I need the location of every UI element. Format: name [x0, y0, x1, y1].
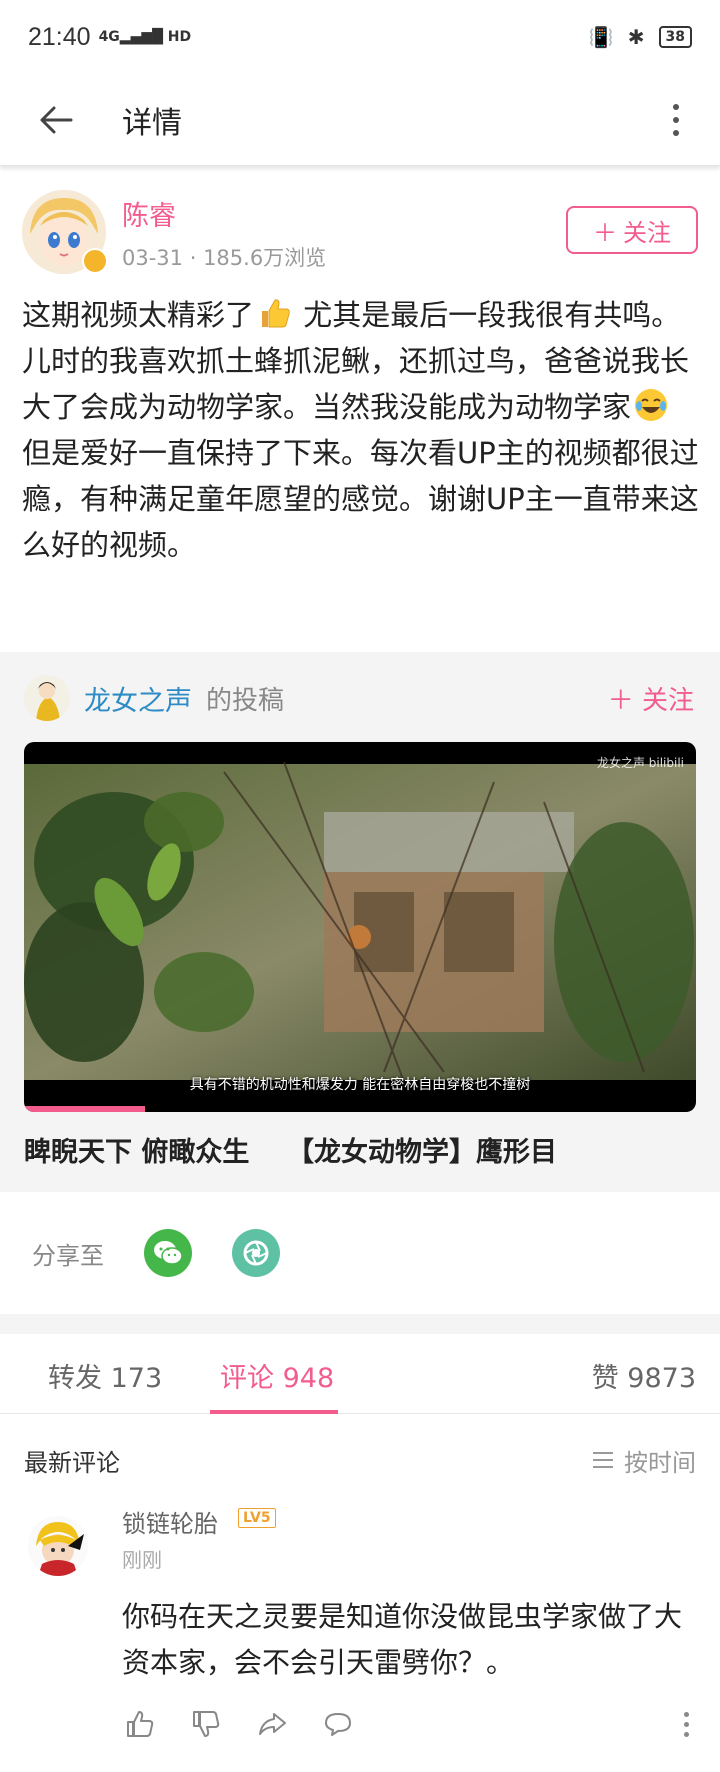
signal-icon: 4G▂▄▆█ HD [98, 29, 192, 45]
repost-card[interactable]: 龙女之声 的投稿 ＋ 关注 龙女之声 bilibili 具有不错的机动性和爆发力… [0, 652, 720, 1192]
video-subtitle: 具有不错的机动性和爆发力 能在密林自由穿梭也不撞树 [189, 1077, 531, 1093]
sort-label: 按时间 [624, 1448, 696, 1477]
like-button[interactable] [122, 1706, 158, 1742]
repost-avatar[interactable] [24, 675, 70, 721]
comment-item: 锁链轮胎 LV5 刚刚 你码在天之灵要是知道你没做昆虫学家做了大资本家，会不会引… [24, 1500, 696, 1760]
share-moments-button[interactable] [232, 1229, 280, 1277]
comment-time: 刚刚 [122, 1548, 162, 1572]
section-divider [0, 1314, 720, 1334]
repost-follow-button[interactable]: ＋ 关注 [608, 680, 694, 717]
video-watermark: 龙女之声 bilibili [596, 756, 684, 770]
share-row: 分享至 [0, 1192, 720, 1314]
post-author-row: 陈睿 03-31 · 185.6万浏览 ＋ 关注 [22, 190, 698, 280]
more-vertical-icon [673, 103, 679, 110]
comment-more-button[interactable] [676, 1706, 696, 1742]
share-wechat-button[interactable] [144, 1229, 192, 1277]
post-meta: 03-31 · 185.6万浏览 [122, 246, 327, 270]
app-bar: 详情 [0, 74, 720, 166]
tab-bar: 转发 173 评论 948 赞 9873 [0, 1334, 720, 1414]
post-text-part-1: 这期视频太精彩了 [22, 298, 255, 332]
page-title: 详情 [122, 105, 182, 141]
more-vertical-icon [683, 1711, 689, 1717]
plus-icon: ＋ [593, 218, 617, 247]
battery-indicator: 38 [658, 26, 692, 48]
comment-actions [122, 1706, 696, 1742]
share-arrow-icon [259, 1713, 286, 1735]
comment-bubble-icon [325, 1713, 351, 1736]
sort-button[interactable]: 按时间 [592, 1443, 696, 1478]
laughing-tears-emoji-icon [635, 389, 668, 421]
video-thumbnail[interactable]: 龙女之声 bilibili 具有不错的机动性和爆发力 能在密林自由穿梭也不撞树 [24, 742, 696, 1112]
wechat-icon [154, 1241, 183, 1265]
arrow-left-icon [40, 106, 73, 133]
post-views: 185.6万浏览 [203, 246, 327, 270]
comment-avatar[interactable] [28, 1516, 88, 1576]
repost-author-name[interactable]: 龙女之声 [84, 679, 192, 718]
repost-suffix: 的投稿 [206, 685, 285, 716]
network-type: 4G [98, 29, 120, 45]
repost-header: 龙女之声 的投稿 ＋ 关注 [24, 672, 696, 724]
video-title[interactable]: 睥睨天下 俯瞰众生 【龙女动物学】鹰形目 [24, 1130, 557, 1169]
hd-indicator: HD [167, 29, 192, 45]
menu-lines-icon [593, 1452, 613, 1468]
follow-label: 关注 [623, 218, 671, 247]
author-name[interactable]: 陈睿 [122, 194, 176, 233]
active-tab-indicator [210, 1410, 338, 1414]
reply-button[interactable] [320, 1706, 356, 1742]
post-text-part-3: 但是爱好一直保持了下来。每次看UP主的视频都很过瘾，有种满足童年愿望的感觉。谢谢… [22, 436, 699, 562]
status-time: 21:40 [28, 22, 91, 51]
comments-title: 最新评论 [24, 1448, 120, 1477]
share-label: 分享至 [32, 1241, 104, 1270]
comments-header: 最新评论 按时间 [24, 1440, 696, 1480]
repost-avatar-image [24, 675, 70, 721]
post-date: 03-31 [122, 246, 184, 270]
thumbs-up-icon [127, 1711, 154, 1737]
status-bar: 21:40 4G▂▄▆█ HD 📳 ✱ 38 [0, 0, 720, 74]
bluetooth-icon: ✱ [627, 25, 645, 49]
thumbs-up-emoji-icon [262, 299, 290, 328]
repost-follow-label: 关注 [641, 685, 694, 716]
comment-username[interactable]: 锁链轮胎 [122, 1504, 218, 1539]
more-options-button[interactable] [656, 90, 696, 150]
back-button[interactable] [26, 90, 86, 150]
comment-text: 你码在天之灵要是知道你没做昆虫学家做了大资本家，会不会引天雷劈你？。 [122, 1600, 683, 1679]
video-frame-image [24, 761, 696, 1083]
thumbs-down-icon [193, 1711, 220, 1737]
tab-comments[interactable]: 评论 948 [220, 1356, 334, 1395]
share-comment-button[interactable] [254, 1706, 290, 1742]
post-content: 这期视频太精彩了 尤其是最后一段我很有共鸣。儿时的我喜欢抓土蜂抓泥鳅，还抓过鸟，… [22, 292, 700, 568]
dislike-button[interactable] [188, 1706, 224, 1742]
tab-reposts[interactable]: 转发 173 [48, 1356, 162, 1395]
vibrate-icon: 📳 [588, 25, 614, 49]
follow-button[interactable]: ＋ 关注 [566, 206, 698, 254]
verified-badge-icon [82, 248, 108, 274]
level-badge: LV5 [238, 1508, 276, 1528]
tab-likes[interactable]: 赞 9873 [592, 1356, 696, 1395]
comment-avatar-image [28, 1516, 88, 1576]
camera-aperture-icon [243, 1240, 269, 1266]
video-progress-bar [24, 1106, 145, 1112]
